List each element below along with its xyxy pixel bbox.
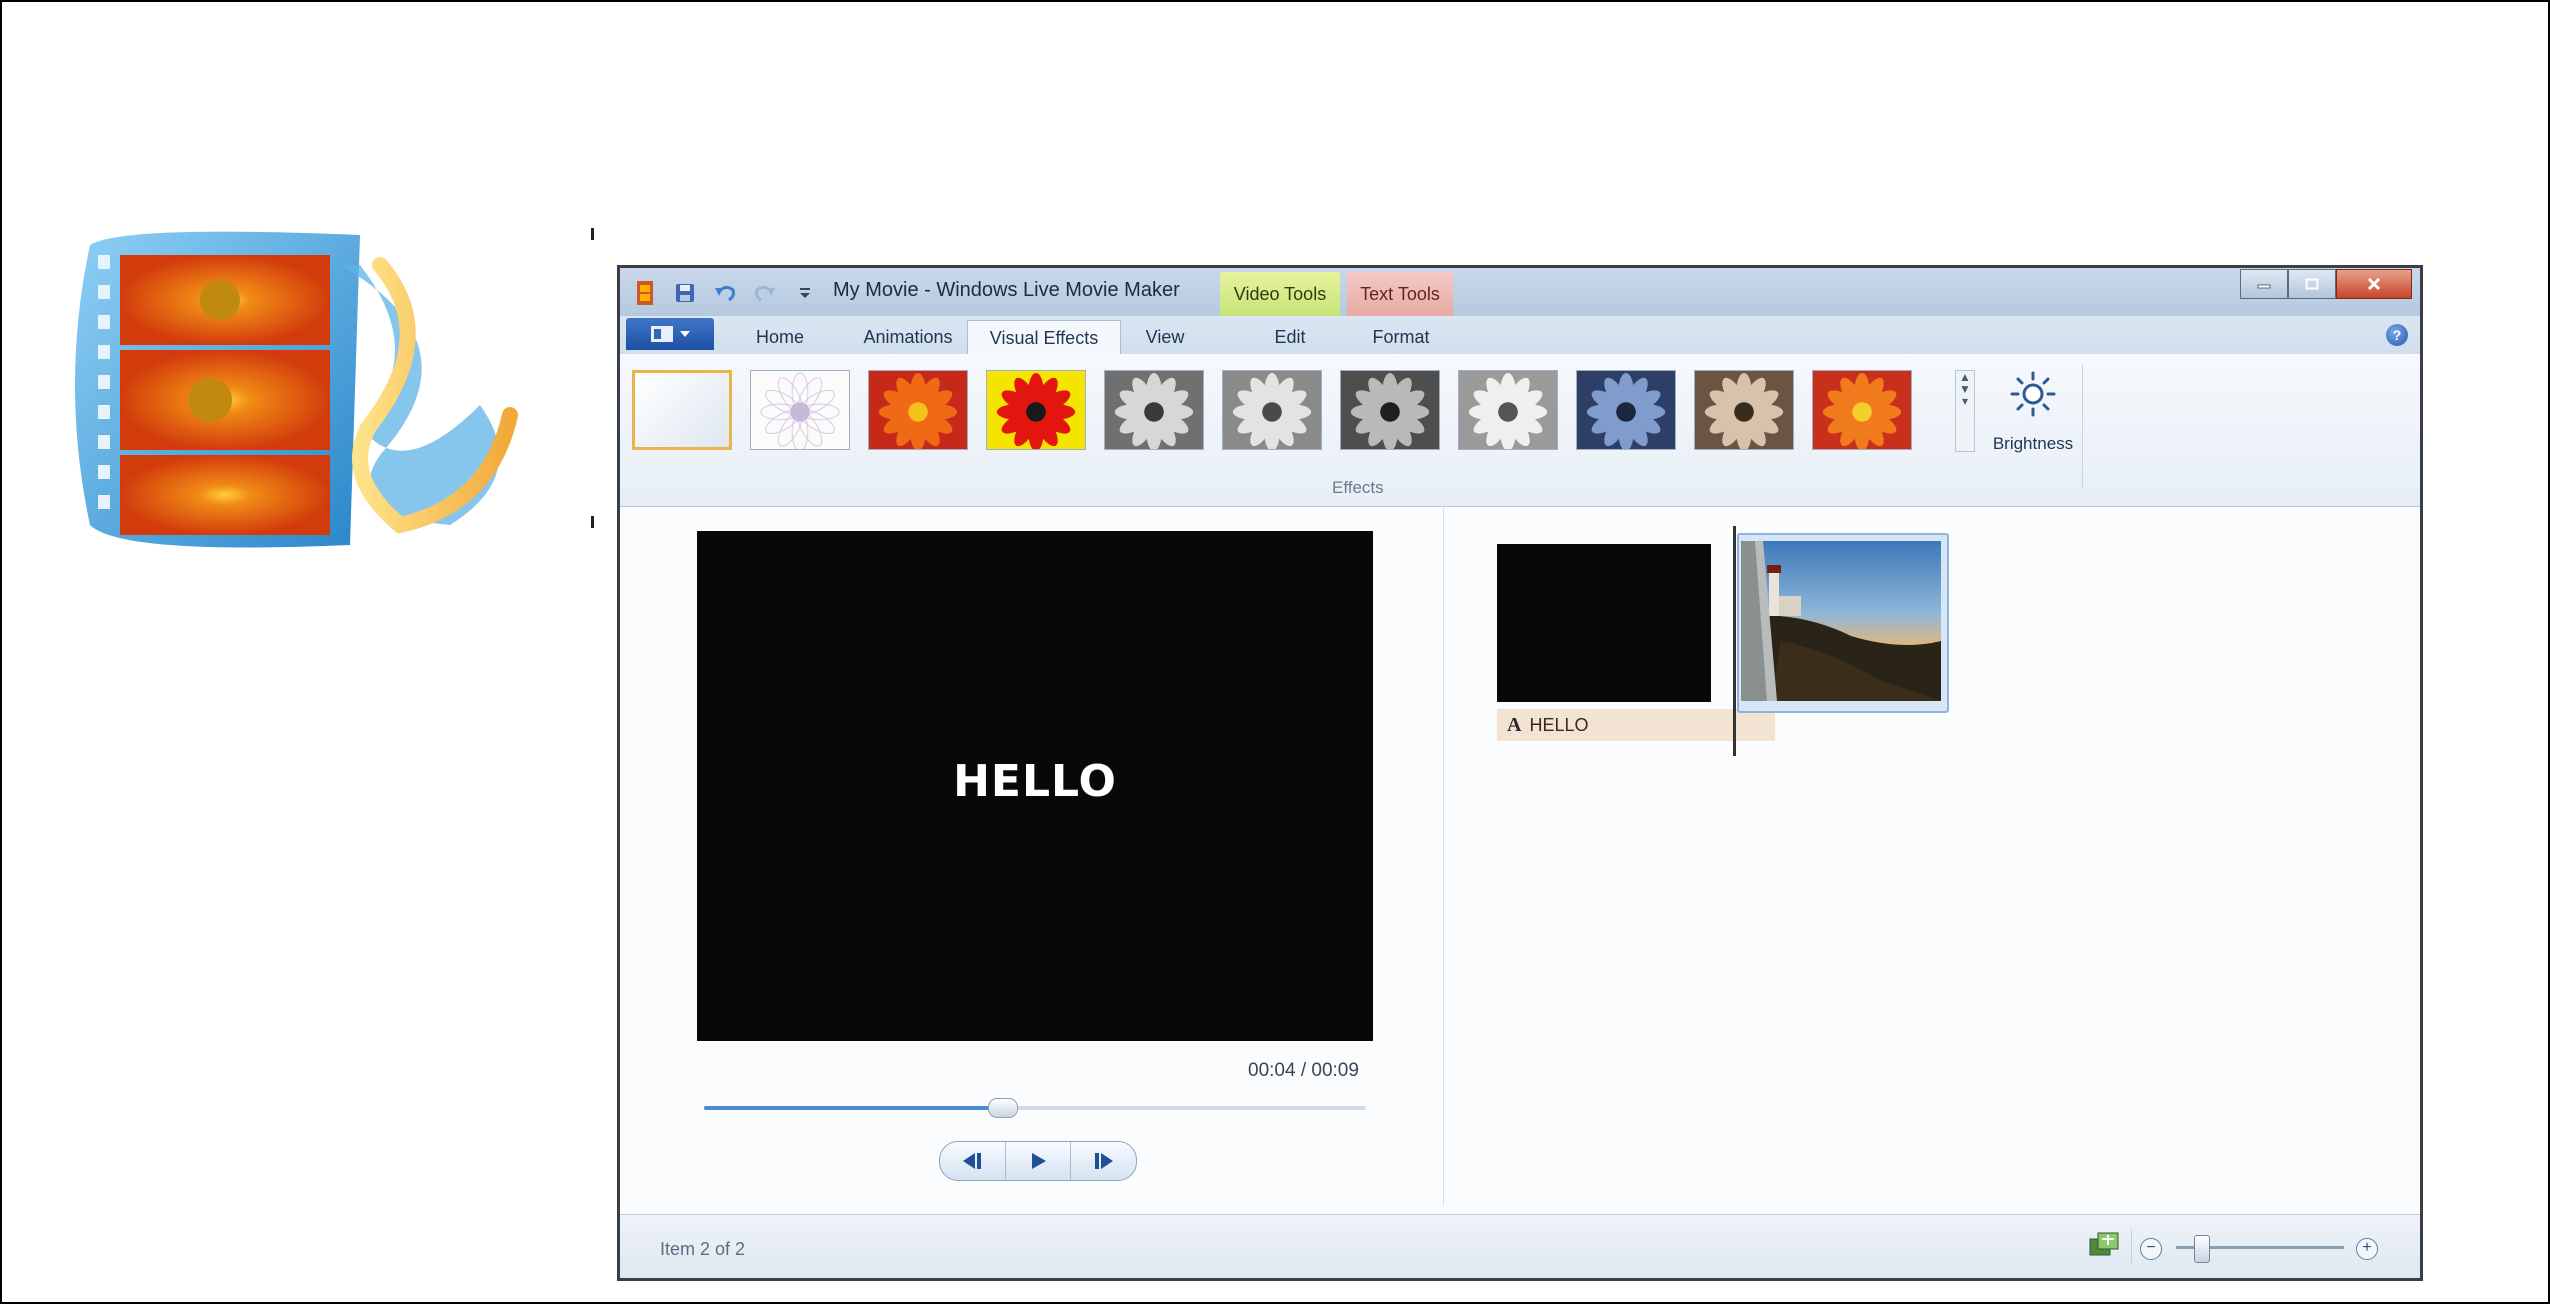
brightness-label: Brightness bbox=[1992, 434, 2074, 453]
video-tools-context-tab[interactable]: Video Tools bbox=[1220, 272, 1340, 316]
tab-visual-effects[interactable]: Visual Effects bbox=[967, 320, 1121, 356]
effect-thumbnail[interactable] bbox=[1104, 370, 1204, 450]
transport-controls bbox=[939, 1141, 1137, 1181]
tab-edit[interactable]: Edit bbox=[1238, 320, 1342, 354]
text-caption-icon: A bbox=[1507, 713, 1522, 736]
window-controls bbox=[2240, 269, 2412, 299]
next-frame-icon bbox=[1094, 1153, 1113, 1169]
lighthouse-photo-thumbnail[interactable] bbox=[1741, 541, 1941, 701]
seek-bar[interactable] bbox=[704, 1098, 1366, 1118]
ribbon: ▲ ▼ ▾ Effects Brightness bbox=[620, 354, 2420, 507]
minimize-icon bbox=[2257, 284, 2271, 289]
effect-thumbnail[interactable] bbox=[1694, 370, 1794, 450]
chevron-down-icon bbox=[680, 331, 690, 337]
video-preview[interactable]: HELLO bbox=[697, 531, 1373, 1041]
grayscale-soft-effect-icon bbox=[1468, 372, 1548, 449]
play-icon bbox=[1032, 1153, 1046, 1169]
caption-text: HELLO bbox=[1529, 714, 1589, 735]
sketch-effect-icon bbox=[760, 372, 840, 449]
next-frame-button[interactable] bbox=[1071, 1142, 1136, 1180]
brightness-button[interactable]: Brightness bbox=[1985, 364, 2081, 484]
ribbon-tab-bar: Home Animations Visual Effects View Edit… bbox=[620, 316, 2420, 356]
tab-home[interactable]: Home bbox=[730, 320, 830, 354]
grayscale-light-effect-icon bbox=[1232, 372, 1312, 449]
customize-toolbar-icon[interactable] bbox=[792, 280, 818, 306]
title-bar: My Movie - Windows Live Movie Maker Vide… bbox=[620, 268, 2420, 317]
effect-thumbnail[interactable] bbox=[1222, 370, 1322, 450]
tab-format[interactable]: Format bbox=[1346, 320, 1456, 354]
maximize-icon bbox=[2305, 278, 2319, 290]
close-button[interactable] bbox=[2336, 269, 2412, 299]
previous-frame-button[interactable] bbox=[940, 1142, 1006, 1180]
gallery-scroll[interactable]: ▲ ▼ ▾ bbox=[1955, 370, 1975, 452]
window-title: My Movie - Windows Live Movie Maker bbox=[833, 279, 1180, 301]
effect-thumbnail[interactable] bbox=[1340, 370, 1440, 450]
status-item-count: Item 2 of 2 bbox=[660, 1239, 746, 1259]
redo-icon[interactable] bbox=[752, 280, 778, 306]
close-icon bbox=[2367, 277, 2381, 291]
effect-thumbnail[interactable] bbox=[1576, 370, 1676, 450]
effect-thumbnail[interactable] bbox=[750, 370, 850, 450]
brightness-icon bbox=[2010, 371, 2056, 417]
effect-thumbnail[interactable] bbox=[1458, 370, 1558, 450]
storyboard-title-clip[interactable] bbox=[1497, 544, 1711, 702]
storyboard-playhead[interactable] bbox=[1733, 526, 1736, 756]
effects-group-label: Effects bbox=[1332, 478, 1384, 497]
text-tools-context-tab[interactable]: Text Tools bbox=[1347, 272, 1453, 316]
help-icon[interactable]: ? bbox=[2386, 324, 2408, 346]
edge-detect-effect-icon bbox=[1822, 372, 1902, 449]
undo-icon[interactable] bbox=[712, 280, 738, 306]
quick-access-toolbar bbox=[632, 278, 818, 308]
application-menu-button[interactable] bbox=[626, 318, 714, 350]
seek-progress bbox=[704, 1106, 1002, 1110]
effect-thumbnail[interactable] bbox=[1812, 370, 1912, 450]
cyan-tone-effect-icon bbox=[1586, 372, 1666, 449]
movie-maker-window: My Movie - Windows Live Movie Maker Vide… bbox=[617, 265, 2423, 1281]
movie-maker-logo bbox=[75, 231, 518, 548]
zoom-slider-handle[interactable] bbox=[2194, 1235, 2211, 1263]
zoom-control: − + bbox=[2140, 1233, 2380, 1263]
status-separator bbox=[2131, 1229, 2132, 1263]
effect-thumbnail[interactable] bbox=[868, 370, 968, 450]
color-effect-icon bbox=[878, 372, 958, 449]
grayscale-effect-icon bbox=[1114, 372, 1194, 449]
minimize-button[interactable] bbox=[2240, 269, 2288, 299]
sepia-effect-icon bbox=[1704, 372, 1784, 449]
app-icon[interactable] bbox=[632, 280, 658, 306]
ribbon-separator bbox=[2082, 364, 2083, 489]
grayscale-dark-effect-icon bbox=[1350, 372, 1430, 449]
preview-title-text: HELLO bbox=[953, 756, 1117, 807]
tab-animations[interactable]: Animations bbox=[832, 320, 984, 354]
maximize-button[interactable] bbox=[2288, 269, 2336, 299]
no-effect-icon bbox=[635, 373, 729, 447]
effect-thumbnail[interactable] bbox=[986, 370, 1086, 450]
effect-thumbnail[interactable] bbox=[632, 370, 732, 450]
previous-frame-icon bbox=[963, 1153, 982, 1169]
zoom-out-button[interactable]: − bbox=[2140, 1238, 2162, 1260]
pane-splitter[interactable] bbox=[1443, 506, 1444, 1206]
status-bar: Item 2 of 2 − + bbox=[620, 1214, 2420, 1278]
menu-icon bbox=[651, 326, 673, 342]
tab-view[interactable]: View bbox=[1120, 320, 1210, 354]
playback-time: 00:04 / 00:09 bbox=[1248, 1060, 1359, 1081]
crop-mark bbox=[591, 516, 594, 528]
zoom-in-button[interactable]: + bbox=[2356, 1238, 2378, 1260]
save-icon[interactable] bbox=[672, 280, 698, 306]
posterize-effect-icon bbox=[996, 372, 1076, 449]
seek-handle[interactable] bbox=[987, 1098, 1018, 1118]
thumbnail-size-icon[interactable] bbox=[2088, 1231, 2120, 1261]
play-button[interactable] bbox=[1006, 1142, 1072, 1180]
crop-mark bbox=[591, 228, 594, 240]
